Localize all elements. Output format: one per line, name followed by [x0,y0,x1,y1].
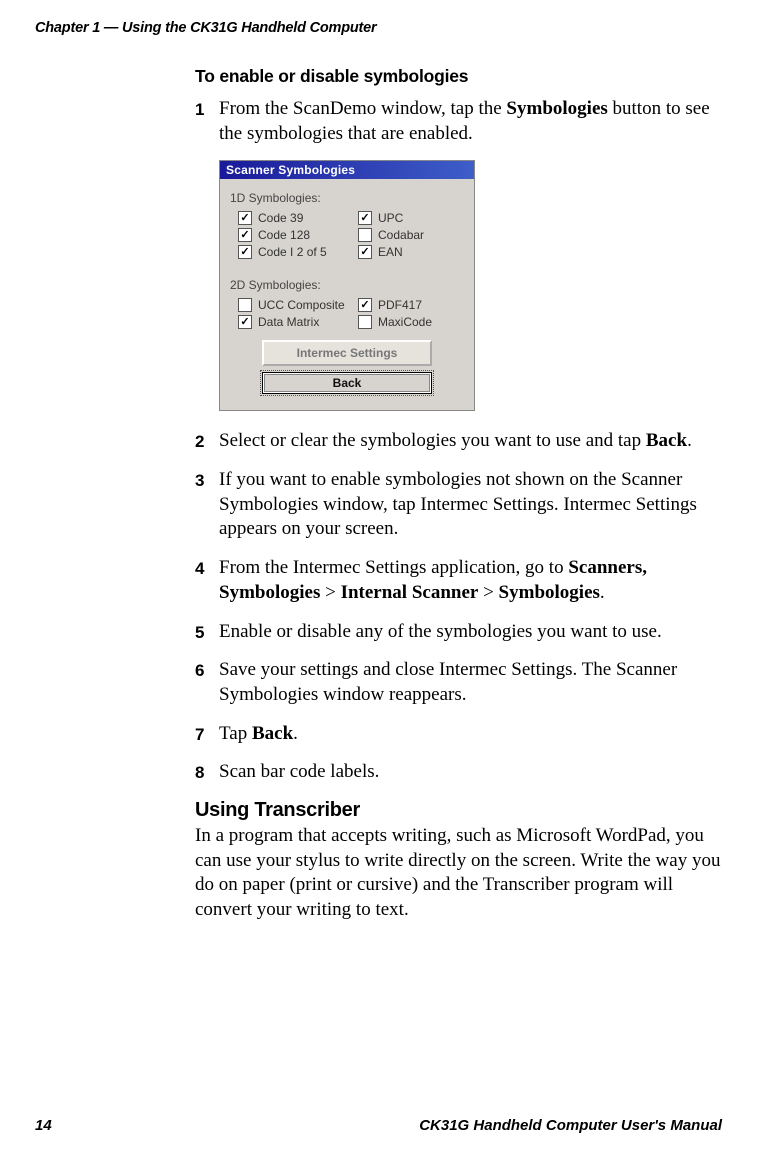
step-text: From the ScanDemo window, tap the [219,98,506,119]
checkbox-label: UPC [378,211,403,225]
check-icon [358,315,372,329]
checkbox-label: Codabar [378,228,424,242]
step-3: 3 If you want to enable symbologies not … [195,468,722,542]
step-text: Select or clear the symbologies you want… [219,430,646,451]
step-text: > [320,582,340,603]
checkbox-pdf417[interactable]: PDF417 [358,298,432,312]
step-bold: Symbologies [506,98,607,119]
step-number: 3 [195,468,219,542]
step-number: 1 [195,97,219,146]
section-heading-transcriber: Using Transcriber [195,799,722,822]
step-number: 5 [195,620,219,645]
checkbox-label: Code I 2 of 5 [258,245,327,259]
step-bold: Symbologies [499,582,600,603]
checkbox-label: MaxiCode [378,315,432,329]
page-number: 14 [35,1117,52,1134]
step-number: 6 [195,658,219,707]
step-number: 7 [195,722,219,747]
step-1: 1 From the ScanDemo window, tap the Symb… [195,97,722,146]
step-bold: Internal Scanner [341,582,479,603]
check-icon [358,211,372,225]
footer-doc-title: CK31G Handheld Computer User's Manual [419,1117,722,1134]
check-icon [358,245,372,259]
checkbox-ucc-composite[interactable]: UCC Composite [238,298,350,312]
chapter-header: Chapter 1 — Using the CK31G Handheld Com… [35,20,722,36]
step-text: . [600,582,605,603]
step-number: 2 [195,429,219,454]
checkbox-label: Code 128 [258,228,310,242]
step-bold: Back [252,723,293,744]
step-number: 8 [195,760,219,785]
checkbox-code39[interactable]: Code 39 [238,211,350,225]
checkbox-label: PDF417 [378,298,422,312]
procedure-heading: To enable or disable symbologies [195,66,722,87]
step-text: From the Intermec Settings application, … [219,557,568,578]
step-number: 4 [195,556,219,605]
checkbox-data-matrix[interactable]: Data Matrix [238,315,350,329]
check-icon [238,211,252,225]
check-icon [358,298,372,312]
checkbox-label: Data Matrix [258,315,319,329]
step-text: . [293,723,298,744]
checkbox-codabar[interactable]: Codabar [358,228,424,242]
step-2: 2 Select or clear the symbologies you wa… [195,429,722,454]
checkbox-label: EAN [378,245,403,259]
group-label-2d: 2D Symbologies: [230,278,464,292]
step-text: > [478,582,498,603]
intermec-settings-button[interactable]: Intermec Settings [262,340,432,366]
checkbox-label: UCC Composite [258,298,345,312]
step-text: If you want to enable symbologies not sh… [219,468,722,542]
step-8: 8 Scan bar code labels. [195,760,722,785]
step-7: 7 Tap Back. [195,722,722,747]
step-text: . [687,430,692,451]
step-bold: Back [646,430,687,451]
step-text: Scan bar code labels. [219,760,722,785]
checkbox-code128[interactable]: Code 128 [238,228,350,242]
body-paragraph: In a program that accepts writing, such … [195,824,722,923]
check-icon [238,298,252,312]
check-icon [358,228,372,242]
step-4: 4 From the Intermec Settings application… [195,556,722,605]
back-button[interactable]: Back [262,372,432,394]
step-text: Save your settings and close Intermec Se… [219,658,722,707]
step-text: Enable or disable any of the symbologies… [219,620,722,645]
check-icon [238,245,252,259]
step-6: 6 Save your settings and close Intermec … [195,658,722,707]
window-titlebar: Scanner Symbologies [220,161,474,179]
checkbox-ean[interactable]: EAN [358,245,424,259]
group-label-1d: 1D Symbologies: [230,191,464,205]
check-icon [238,315,252,329]
scanner-symbologies-window: Scanner Symbologies 1D Symbologies: Code… [219,160,475,411]
checkbox-codei2of5[interactable]: Code I 2 of 5 [238,245,350,259]
checkbox-maxicode[interactable]: MaxiCode [358,315,432,329]
step-5: 5 Enable or disable any of the symbologi… [195,620,722,645]
check-icon [238,228,252,242]
checkbox-upc[interactable]: UPC [358,211,424,225]
step-text: Tap [219,723,252,744]
checkbox-label: Code 39 [258,211,303,225]
